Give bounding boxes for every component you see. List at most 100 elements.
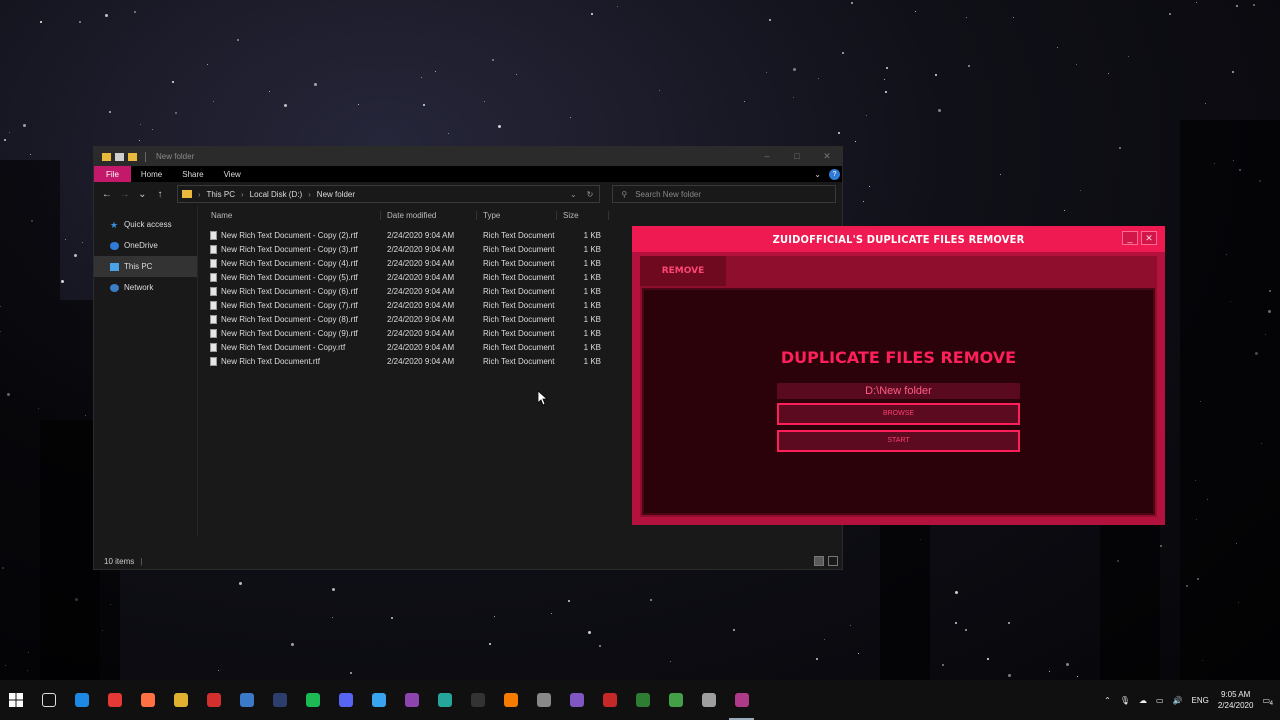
star: [1048, 671, 1050, 673]
refresh-icon[interactable]: ↻: [587, 190, 594, 199]
breadcrumb-new-folder[interactable]: New folder: [317, 190, 355, 199]
microphone-icon[interactable]: 🎙: [1120, 696, 1130, 705]
new-folder-icon[interactable]: [128, 152, 137, 161]
minimize-button[interactable]: –: [752, 151, 782, 162]
app-icon[interactable]: [230, 680, 263, 720]
chevron-up-icon[interactable]: ⌃: [1104, 696, 1111, 705]
search-box[interactable]: ⚲ Search New folder: [612, 185, 836, 203]
app-titlebar[interactable]: ZUIDOFFICIAL'S DUPLICATE FILES REMOVER _…: [632, 226, 1165, 252]
star: [1127, 56, 1129, 58]
onedrive-icon[interactable]: ☁: [1139, 696, 1147, 705]
close-button[interactable]: ✕: [1141, 231, 1157, 245]
browse-button[interactable]: BROWSE: [777, 403, 1020, 425]
app-icon[interactable]: [692, 680, 725, 720]
back-arrow-icon[interactable]: ←: [100, 189, 114, 200]
app-icon[interactable]: [659, 680, 692, 720]
chrome-icon[interactable]: [98, 680, 131, 720]
file-size: 1 KB: [583, 244, 601, 254]
close-button[interactable]: ✕: [812, 151, 842, 162]
star: [1057, 46, 1059, 48]
breadcrumb-local-disk[interactable]: Local Disk (D:): [250, 190, 302, 199]
network-icon: [110, 283, 119, 292]
network-icon[interactable]: ▭: [1156, 696, 1164, 705]
tab-home[interactable]: Home: [131, 166, 172, 182]
star: [104, 14, 108, 18]
start-button[interactable]: [0, 693, 32, 707]
tab-remove[interactable]: REMOVE: [640, 256, 726, 286]
large-icons-view-button[interactable]: [828, 556, 838, 566]
star: [1080, 189, 1082, 191]
app-icon[interactable]: [626, 680, 659, 720]
star: [588, 631, 592, 635]
app-icon[interactable]: [560, 680, 593, 720]
file-explorer-icon[interactable]: [164, 680, 197, 720]
file-size: 1 KB: [583, 230, 601, 240]
active-app-icon[interactable]: [725, 680, 758, 720]
nav-quick-access[interactable]: ★ Quick access: [94, 214, 197, 235]
star: [140, 124, 142, 126]
expand-ribbon-icon[interactable]: ⌄: [814, 170, 821, 179]
star: [331, 587, 335, 591]
breadcrumb-this-pc[interactable]: This PC: [207, 190, 235, 199]
edge-icon[interactable]: [65, 680, 98, 720]
app-icon[interactable]: [428, 680, 461, 720]
help-icon[interactable]: ?: [829, 168, 840, 180]
app-icon[interactable]: [527, 680, 560, 720]
star: [435, 71, 437, 73]
column-date-modified[interactable]: Date modified: [381, 210, 477, 220]
task-view-icon[interactable]: [32, 680, 65, 720]
properties-icon[interactable]: [115, 152, 124, 161]
maximize-button[interactable]: □: [782, 151, 812, 162]
discord-icon[interactable]: [329, 680, 362, 720]
firefox-icon[interactable]: [131, 680, 164, 720]
star: [283, 104, 287, 108]
minimize-button[interactable]: _: [1122, 231, 1138, 245]
icon-glyph: [536, 693, 551, 707]
up-arrow-icon[interactable]: ↑: [153, 189, 167, 200]
star: [60, 280, 64, 284]
details-view-button[interactable]: [814, 556, 824, 566]
column-size[interactable]: Size: [557, 210, 609, 220]
column-type[interactable]: Type: [477, 210, 557, 220]
tab-file[interactable]: File: [94, 166, 131, 182]
star: [237, 38, 240, 41]
star: [1076, 63, 1078, 65]
chevron-right-icon[interactable]: ›: [241, 190, 244, 199]
nav-this-pc[interactable]: This PC: [94, 256, 197, 277]
nav-network[interactable]: Network: [94, 277, 197, 298]
file-date: 2/24/2020 9:04 AM: [387, 272, 455, 282]
language-indicator[interactable]: ENG: [1192, 696, 1209, 705]
file-name-text: New Rich Text Document - Copy (6).rtf: [221, 286, 358, 296]
tab-view[interactable]: View: [214, 166, 251, 182]
chevron-right-icon[interactable]: ›: [308, 190, 311, 199]
forward-arrow-icon[interactable]: →: [118, 189, 132, 200]
recent-dropdown-icon[interactable]: ⌄: [135, 189, 149, 200]
vscode-icon[interactable]: [362, 680, 395, 720]
duplicate-remover-window[interactable]: ZUIDOFFICIAL'S DUPLICATE FILES REMOVER _…: [632, 226, 1165, 525]
star: [108, 110, 111, 113]
star: [331, 616, 333, 618]
chevron-right-icon[interactable]: ›: [198, 190, 201, 199]
nav-onedrive[interactable]: OneDrive: [94, 235, 197, 256]
icon-glyph: [206, 693, 221, 707]
explorer-titlebar[interactable]: New folder – □ ✕: [94, 147, 842, 166]
chevron-down-icon[interactable]: ⌄: [570, 190, 577, 199]
visual-studio-icon[interactable]: [395, 680, 428, 720]
app-icon[interactable]: [494, 680, 527, 720]
start-button[interactable]: START: [777, 430, 1020, 452]
star: [9, 131, 11, 133]
spotify-icon[interactable]: [296, 680, 329, 720]
column-name[interactable]: Name: [198, 210, 381, 220]
clock[interactable]: 9:05 AM 2/24/2020: [1218, 689, 1254, 711]
app-icon[interactable]: [197, 680, 230, 720]
steam-icon[interactable]: [263, 680, 296, 720]
star: [884, 90, 887, 93]
app-icon[interactable]: [461, 680, 494, 720]
icon-glyph: [140, 693, 155, 707]
notification-center-icon[interactable]: ▭ 4: [1262, 696, 1273, 707]
address-bar[interactable]: › This PC › Local Disk (D:) › New folder…: [176, 185, 601, 203]
folder-path-field[interactable]: D:\New folder: [777, 383, 1020, 399]
volume-icon[interactable]: 🔊: [1173, 696, 1183, 705]
tab-share[interactable]: Share: [172, 166, 213, 182]
app-icon[interactable]: [593, 680, 626, 720]
